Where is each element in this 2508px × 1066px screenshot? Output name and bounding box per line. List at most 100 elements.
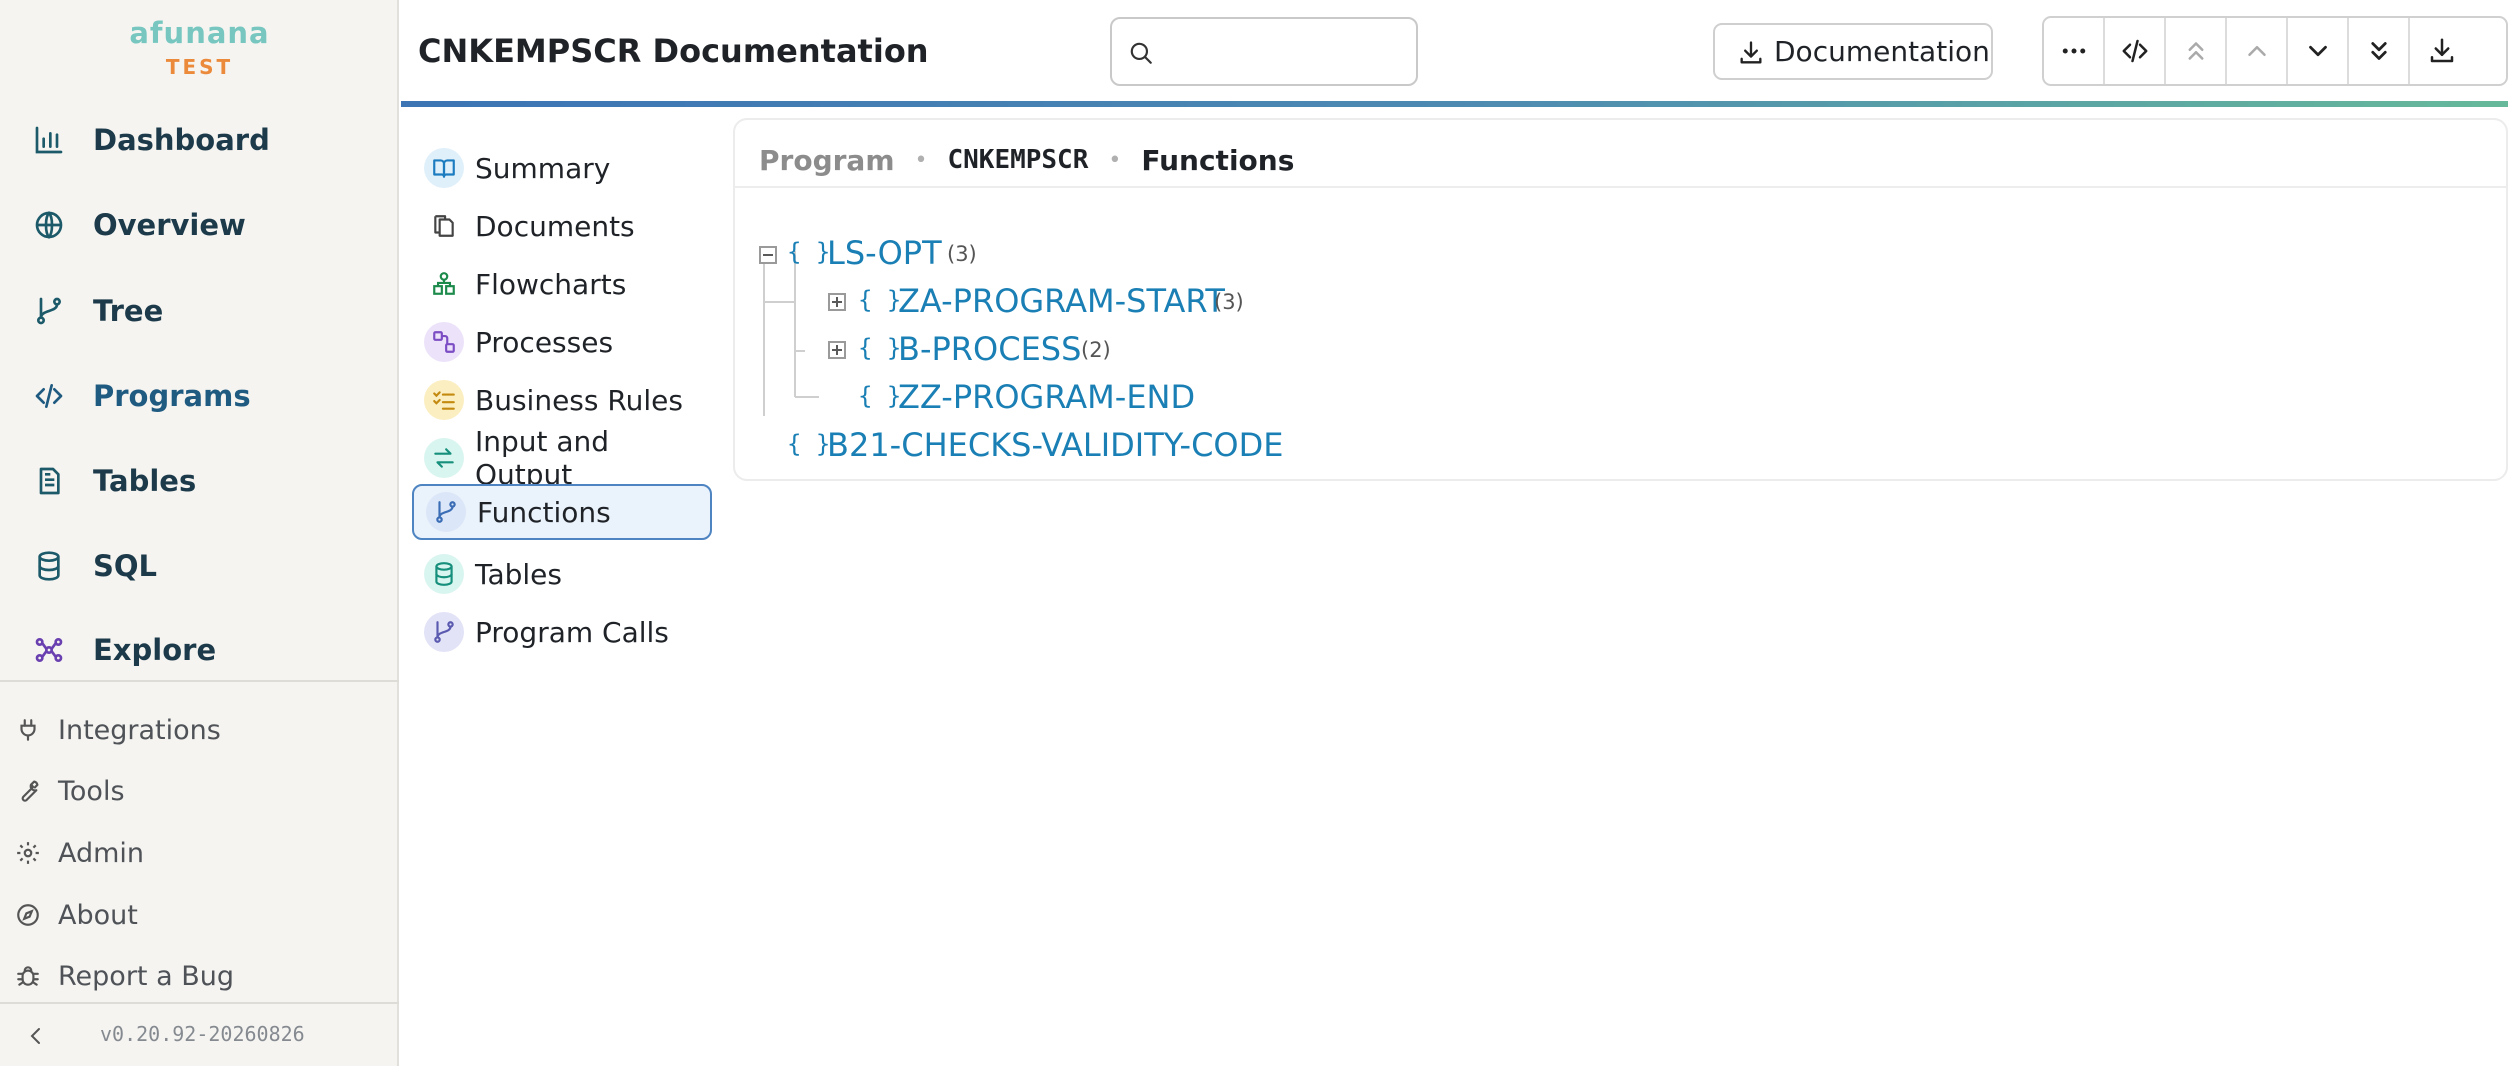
expand-button[interactable]	[2288, 18, 2349, 84]
copy-icon	[424, 206, 464, 246]
nav-item-label: About	[58, 899, 138, 931]
tree-node-label[interactable]: ZZ-PROGRAM-END	[898, 378, 1195, 416]
chevron-up-icon	[2247, 46, 2266, 56]
subnav-item-input-output[interactable]: Input and Output	[412, 425, 712, 491]
collapse-all-button[interactable]	[2166, 18, 2227, 84]
nav-item-admin[interactable]: Admin	[0, 828, 399, 878]
nav-item-tree[interactable]: Tree	[0, 281, 399, 341]
documentation-button-label: Documentation	[1774, 35, 1990, 68]
function-braces-icon: { }	[787, 238, 831, 266]
nav-item-label: Dashboard	[93, 123, 270, 157]
function-braces-icon: { }	[858, 334, 902, 362]
brand-name[interactable]: afunana	[0, 16, 399, 50]
subnav-item-label: Summary	[475, 151, 611, 185]
subnav-item-documents[interactable]: Documents	[412, 198, 712, 254]
nav-item-explore[interactable]: Explore	[0, 620, 399, 680]
nav-item-integrations[interactable]: Integrations	[0, 705, 399, 755]
brand-environment: TEST	[165, 55, 234, 79]
expand-toggle-icon[interactable]	[828, 293, 846, 311]
chart-bar-icon	[35, 126, 63, 154]
page-header: CNKEMPSCR Documentation Documentation	[401, 0, 2508, 104]
header-accent-bar	[401, 101, 2508, 107]
chevron-down-icon	[2308, 45, 2327, 57]
chevrons-up-icon	[2188, 42, 2203, 60]
nav-item-dashboard[interactable]: Dashboard	[0, 110, 399, 170]
bug-icon	[17, 966, 39, 986]
tree-node-zz-program-end[interactable]: { } ZZ-PROGRAM-END	[735, 376, 1235, 420]
database-icon	[424, 554, 464, 594]
download-button[interactable]	[2410, 18, 2474, 84]
process-icon	[424, 322, 464, 362]
nav-item-label: SQL	[93, 549, 158, 583]
tree-node-b21-checks-validity-code[interactable]: { } B21-CHECKS-VALIDITY-CODE	[735, 424, 1335, 468]
nav-item-programs[interactable]: Programs	[0, 366, 399, 426]
expand-all-button[interactable]	[2349, 18, 2410, 84]
subnav-item-tables[interactable]: Tables	[412, 546, 712, 602]
search-input[interactable]	[1164, 31, 1408, 73]
documentation-button[interactable]: Documentation	[1713, 23, 1993, 80]
tree-node-count: (3)	[947, 242, 977, 266]
card-divider	[735, 186, 2506, 188]
nav-item-label: Explore	[93, 633, 217, 667]
tree-node-label[interactable]: ZA-PROGRAM-START	[898, 282, 1225, 320]
tree-node-label[interactable]: B-PROCESS	[898, 330, 1081, 368]
collapse-button[interactable]	[2227, 18, 2288, 84]
subnav-item-program-calls[interactable]: Program Calls	[412, 604, 712, 660]
subnav-item-summary[interactable]: Summary	[412, 140, 712, 196]
subnav-item-label: Functions	[477, 495, 611, 529]
nav-item-overview[interactable]: Overview	[0, 195, 399, 255]
function-icon	[426, 492, 466, 532]
subnav-item-flowcharts[interactable]: Flowcharts	[412, 256, 712, 312]
more-button[interactable]	[2044, 18, 2105, 84]
breadcrumb-program[interactable]: Program	[759, 144, 895, 177]
collapse-toggle-icon[interactable]	[759, 246, 777, 264]
breadcrumb-program-name[interactable]: CNKEMPSCR	[947, 145, 1088, 175]
nav-item-label: Tools	[58, 775, 125, 807]
tree-node-count: (2)	[1081, 338, 1111, 362]
chevrons-down-icon	[2370, 42, 2387, 60]
tree-node-b-process[interactable]: { } B-PROCESS (2)	[735, 328, 1235, 372]
tree-node-label[interactable]: B21-CHECKS-VALIDITY-CODE	[827, 426, 1283, 464]
flowchart-icon	[424, 264, 464, 304]
chevron-left-icon[interactable]	[24, 1024, 48, 1048]
document-icon	[39, 467, 60, 495]
nav-item-label: Tree	[93, 294, 164, 328]
subnav-item-label: Processes	[475, 325, 614, 359]
nav-item-about[interactable]: About	[0, 890, 399, 940]
subnav-item-label: Input and Output	[475, 425, 610, 491]
subnav-item-processes[interactable]: Processes	[412, 314, 712, 370]
view-code-button[interactable]	[2105, 18, 2166, 84]
nav-item-label: Programs	[93, 379, 251, 413]
plug-icon	[20, 719, 36, 741]
nav-item-sql[interactable]: SQL	[0, 536, 399, 596]
nav-item-label: Admin	[58, 837, 145, 869]
function-tree: { } LS-OPT (3) { } ZA-PROGRAM-START (3) …	[735, 220, 2435, 480]
database-icon	[38, 551, 60, 581]
more-icon	[2062, 48, 2085, 54]
nav-item-label: Integrations	[58, 714, 221, 746]
nav-item-report-bug[interactable]: Report a Bug	[0, 951, 399, 1001]
nav-item-tables[interactable]: Tables	[0, 451, 399, 511]
nav-item-label: Overview	[93, 208, 246, 242]
app-sidebar: afunana TEST Dashboard Overview Tree Pro…	[0, 0, 399, 1066]
subnav-item-functions[interactable]: Functions	[412, 484, 712, 540]
code-icon	[2122, 39, 2147, 63]
branch-icon	[37, 297, 61, 325]
app-version: v0.20.92-20260826	[100, 1022, 305, 1046]
nav-item-tools[interactable]: Tools	[0, 766, 399, 816]
nav-divider	[0, 680, 399, 682]
code-icon	[35, 384, 63, 408]
tree-node-za-program-start[interactable]: { } ZA-PROGRAM-START (3)	[735, 280, 1435, 324]
branch-icon	[424, 612, 464, 652]
nav-item-label: Report a Bug	[58, 960, 234, 992]
nav-item-label: Tables	[93, 464, 197, 498]
search-box[interactable]	[1110, 17, 1418, 86]
tree-node-label[interactable]: LS-OPT	[827, 234, 942, 272]
subnav-item-business-rules[interactable]: Business Rules	[412, 372, 712, 428]
page-title: CNKEMPSCR Documentation	[418, 32, 929, 70]
wrench-icon	[21, 780, 39, 802]
expand-toggle-icon[interactable]	[828, 341, 846, 359]
search-icon	[1130, 42, 1152, 64]
tree-node-ls-opt[interactable]: { } LS-OPT (3)	[735, 232, 1135, 276]
breadcrumb-separator: •	[1108, 147, 1122, 173]
